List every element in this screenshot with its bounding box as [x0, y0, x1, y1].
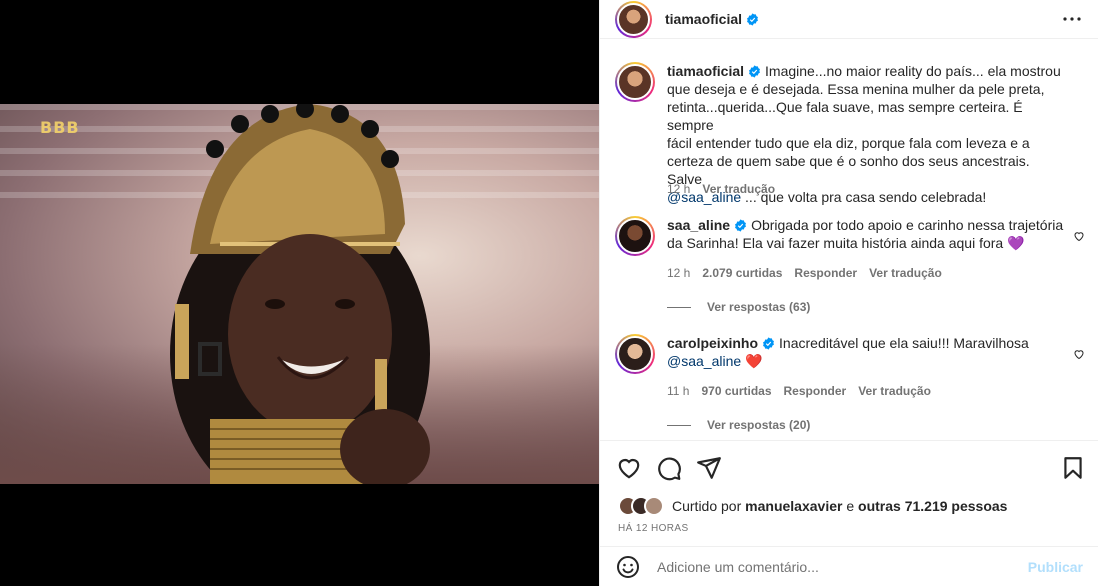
red-heart-emoji: ❤️: [745, 353, 763, 369]
comment-avatar[interactable]: [615, 216, 655, 256]
verified-icon: [763, 337, 774, 350]
comment-translate-link[interactable]: Ver tradução: [869, 266, 942, 280]
person-illustration: [170, 104, 430, 484]
heart-icon[interactable]: [616, 455, 642, 481]
comment-like-icon[interactable]: [1073, 348, 1085, 360]
more-options-button[interactable]: [1060, 7, 1084, 31]
caption-avatar[interactable]: [615, 62, 655, 102]
caption-translate-link[interactable]: Ver tradução: [702, 182, 775, 196]
author-username[interactable]: tiamaoficial: [665, 11, 742, 27]
comment-text: Obrigada por todo apoio e carinho nessa …: [751, 217, 1064, 233]
post-sidebar: tiamaoficial tiamaoficial Imagine...no ma…: [599, 0, 1098, 586]
bbb-logo: BBB: [40, 118, 80, 137]
post-timestamp[interactable]: HÁ 12 HORAS: [618, 523, 689, 534]
caption-username[interactable]: tiamaoficial: [667, 63, 744, 79]
comments-list[interactable]: tiamaoficial Imagine...no maior reality d…: [600, 40, 1098, 440]
comment-time[interactable]: 11 h: [667, 384, 689, 398]
post-header: tiamaoficial: [600, 0, 1098, 39]
publish-button[interactable]: Publicar: [1028, 559, 1083, 575]
comment-text: Inacreditável que ela saiu!!! Maravilhos…: [779, 335, 1029, 351]
add-comment-bar: Publicar: [600, 546, 1098, 586]
comment-username[interactable]: saa_aline: [667, 217, 730, 233]
verified-icon: [735, 219, 747, 232]
comment-time[interactable]: 12 h: [667, 266, 690, 280]
post-media: BBB: [0, 0, 599, 586]
verified-icon: [747, 12, 758, 26]
post-image[interactable]: BBB: [0, 104, 599, 484]
share-icon[interactable]: [696, 455, 722, 481]
comment-likes[interactable]: 2.079 curtidas: [702, 266, 782, 280]
author-avatar[interactable]: [615, 0, 652, 38]
comment-likes[interactable]: 970 curtidas: [701, 384, 771, 398]
liker-avatar[interactable]: [644, 496, 664, 516]
likes-summary: Curtido por manuelaxavier e outras 71.21…: [618, 496, 1007, 516]
comment-translate-link[interactable]: Ver tradução: [858, 384, 931, 398]
comment-like-icon[interactable]: [1073, 230, 1085, 242]
liked-by-user[interactable]: manuelaxavier: [745, 498, 842, 514]
bookmark-icon[interactable]: [1060, 455, 1086, 481]
comment-avatar[interactable]: [615, 334, 655, 374]
comment-mention[interactable]: @saa_aline: [667, 353, 741, 369]
comment-icon[interactable]: [656, 455, 682, 481]
view-replies-button[interactable]: Ver respostas (63): [667, 300, 810, 314]
comment-username[interactable]: carolpeixinho: [667, 335, 758, 351]
comment-reply-link[interactable]: Responder: [794, 266, 857, 280]
caption-text: Imagine...no maior reality do país... el…: [765, 63, 1061, 79]
comment-input[interactable]: [657, 558, 1028, 575]
view-replies-button[interactable]: Ver respostas (20): [667, 418, 810, 432]
post-actions: Curtido por manuelaxavier e outras 71.21…: [600, 440, 1098, 546]
caption-time[interactable]: 12 h: [667, 182, 690, 196]
emoji-icon[interactable]: [616, 555, 640, 579]
verified-icon: [749, 65, 760, 78]
purple-heart-emoji: 💜: [1007, 235, 1025, 251]
comment-reply-link[interactable]: Responder: [784, 384, 847, 398]
more-icon: [1063, 17, 1081, 21]
liked-by-others[interactable]: outras 71.219 pessoas: [858, 498, 1007, 514]
